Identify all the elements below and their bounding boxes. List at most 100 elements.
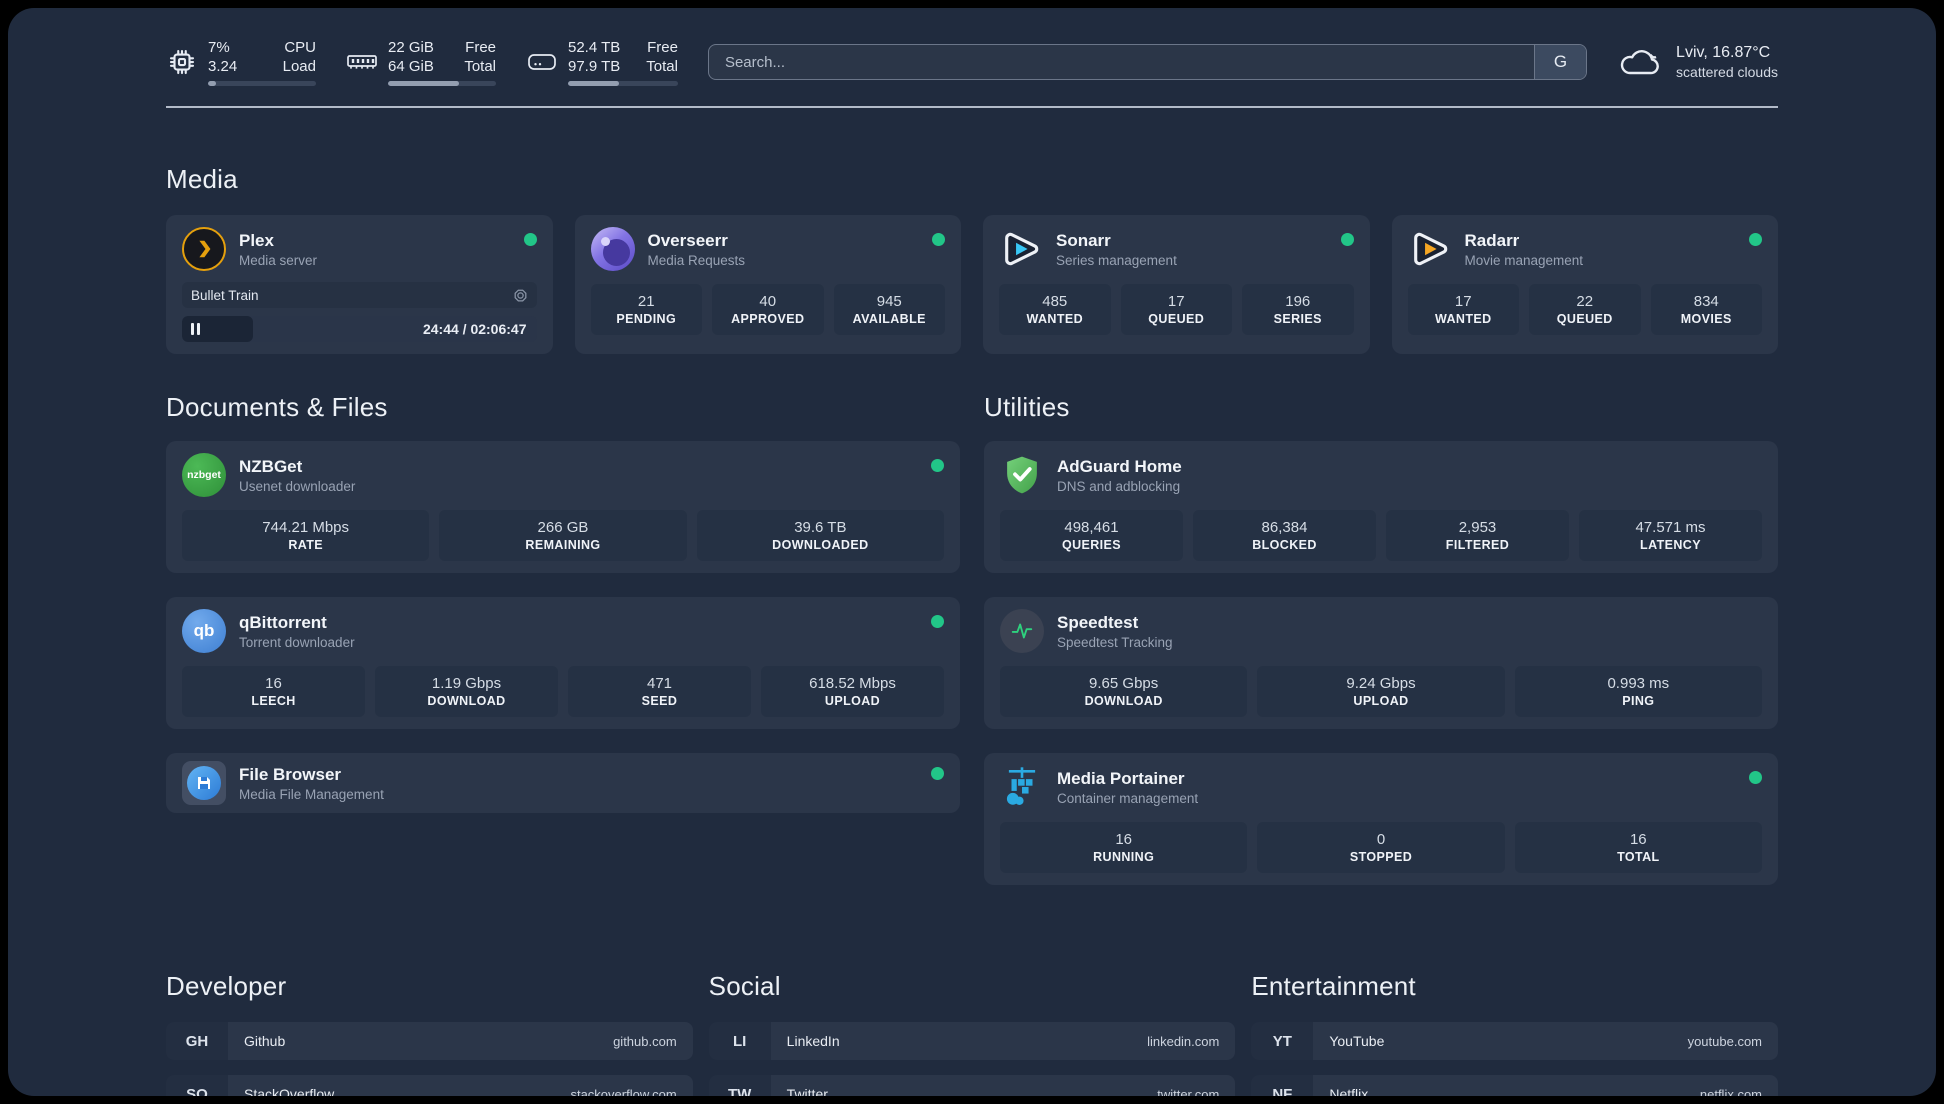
link-twitter[interactable]: TW Twitter twitter.com — [708, 1075, 1236, 1096]
entertainment-section: Entertainment YT YouTube youtube.com NF … — [1251, 971, 1779, 1096]
link-youtube[interactable]: YT YouTube youtube.com — [1251, 1022, 1779, 1060]
service-card-sonarr[interactable]: Sonarr Series management 485 WANTED 17 Q… — [983, 215, 1370, 354]
stat-download: 9.65 Gbps DOWNLOAD — [1000, 666, 1248, 717]
link-linkedin[interactable]: LI LinkedIn linkedin.com — [708, 1022, 1236, 1060]
service-title: Media Portainer — [1057, 768, 1185, 788]
cpu-usage-bar — [208, 81, 316, 86]
playback-progress-bar: 24:44 / 02:06:47 — [182, 316, 537, 342]
stat-download: 1.19 Gbps DOWNLOAD — [375, 666, 558, 717]
service-card-qbittorrent[interactable]: qb qBittorrent Torrent downloader 16 LEE… — [166, 597, 960, 729]
stat-available: 945 AVAILABLE — [833, 284, 945, 335]
storage-values: 52.4 TB 97.9 TB — [568, 39, 621, 75]
service-title: AdGuard Home — [1057, 456, 1182, 476]
service-card-nzbget[interactable]: nzbget NZBGet Usenet downloader 744.21 M… — [166, 441, 960, 573]
service-subtitle: Media Requests — [647, 252, 746, 268]
service-title: NZBGet — [239, 456, 303, 476]
qbittorrent-icon: qb — [182, 609, 226, 653]
service-card-adguard[interactable]: AdGuard Home DNS and adblocking 498,461 … — [984, 441, 1778, 573]
stat-filtered: 2,953 FILTERED — [1386, 510, 1569, 561]
service-card-overseerr[interactable]: Overseerr Media Requests 21 PENDING 40 A… — [574, 215, 961, 354]
memory-stat: 22 GiB 64 GiB Free Total — [346, 38, 496, 86]
disk-icon — [526, 46, 558, 78]
link-github[interactable]: GH Github github.com — [166, 1022, 693, 1060]
stat-queued: 17 QUEUED — [1120, 284, 1232, 335]
weather-widget: Lviv, 16.87°C scattered clouds — [1617, 44, 1778, 80]
header-divider — [166, 106, 1778, 108]
service-card-radarr[interactable]: Radarr Movie management 17 WANTED 22 QUE… — [1391, 215, 1778, 354]
stat-upload: 618.52 Mbps UPLOAD — [761, 666, 944, 717]
developer-section: Developer GH Github github.com SO StackO… — [166, 971, 693, 1096]
overseerr-icon — [590, 227, 635, 271]
portainer-icon — [1000, 765, 1044, 809]
search-engine-button[interactable]: G — [1534, 45, 1587, 79]
service-title: File Browser — [239, 764, 342, 784]
ram-icon — [346, 46, 378, 78]
stat-blocked: 86,384 BLOCKED — [1193, 510, 1376, 561]
service-title: Speedtest — [1057, 612, 1139, 632]
now-playing-title: Bullet Train — [191, 287, 259, 303]
section-title-utilities: Utilities — [984, 392, 1070, 422]
service-card-plex[interactable]: Plex Media server Bullet Train 24:44 / 0… — [166, 215, 553, 354]
weather-condition: scattered clouds — [1676, 64, 1778, 80]
stat-upload: 9.24 Gbps UPLOAD — [1257, 666, 1505, 717]
service-subtitle: Media File Management — [239, 786, 384, 802]
playback-progress-fill — [182, 316, 253, 342]
now-playing-row: Bullet Train — [182, 282, 537, 308]
dashboard-frame: 7% 3.24 CPU Load 22 GiB 64 GiB Free Tota… — [8, 8, 1936, 1096]
stat-queries: 498,461 QUERIES — [1000, 510, 1183, 561]
hardware-stats: 7% 3.24 CPU Load 22 GiB 64 GiB Free Tota… — [166, 38, 678, 86]
service-title: Overseerr — [647, 230, 728, 250]
service-subtitle: Media server — [239, 252, 318, 268]
service-card-filebrowser[interactable]: File Browser Media File Management — [166, 753, 960, 813]
search-input[interactable] — [708, 45, 1535, 79]
service-title: Radarr — [1464, 230, 1520, 250]
nzbget-icon: nzbget — [182, 453, 226, 497]
stat-seed: 471 SEED — [568, 666, 751, 717]
cpu-stat: 7% 3.24 CPU Load — [166, 38, 316, 86]
pause-icon[interactable] — [191, 323, 200, 335]
status-dot — [1340, 233, 1354, 246]
social-section: Social LI LinkedIn linkedin.com TW Twitt… — [708, 971, 1236, 1096]
stat-wanted: 17 WANTED — [1407, 284, 1519, 335]
stat-queued: 22 QUEUED — [1529, 284, 1641, 335]
service-title: Plex — [239, 230, 274, 250]
utilities-column: Utilities AdGuard Home DNS and adblockin… — [984, 392, 1778, 909]
session-target-icon[interactable] — [513, 288, 528, 303]
memory-values: 22 GiB 64 GiB — [388, 39, 434, 75]
service-card-speedtest[interactable]: Speedtest Speedtest Tracking 9.65 Gbps D… — [984, 597, 1778, 729]
status-dot — [931, 615, 944, 628]
radarr-icon — [1408, 227, 1452, 271]
cpu-icon — [166, 46, 198, 78]
link-netflix[interactable]: NF Netflix netflix.com — [1251, 1075, 1779, 1096]
section-title-media: Media — [166, 164, 238, 194]
service-subtitle: Speedtest Tracking — [1057, 634, 1173, 650]
stat-wanted: 485 WANTED — [999, 284, 1111, 335]
storage-usage-bar — [568, 81, 678, 86]
weather-location: Lviv, 16.87°C — [1676, 44, 1771, 61]
stat-latency: 47.571 ms LATENCY — [1579, 510, 1762, 561]
stat-downloaded: 39.6 TB DOWNLOADED — [696, 510, 944, 561]
stat-series: 196 SERIES — [1242, 284, 1354, 335]
stat-total: 16 TOTAL — [1514, 822, 1762, 873]
stat-ping: 0.993 ms PING — [1514, 666, 1762, 717]
stat-running: 16 RUNNING — [1000, 822, 1248, 873]
speedtest-icon — [1000, 609, 1044, 653]
service-card-portainer[interactable]: Media Portainer Container management 16 … — [984, 753, 1778, 885]
memory-usage-bar — [388, 81, 496, 86]
service-subtitle: Container management — [1057, 790, 1199, 806]
top-bar: 7% 3.24 CPU Load 22 GiB 64 GiB Free Tota… — [166, 8, 1778, 86]
stat-remaining: 266 GB REMAINING — [439, 510, 687, 561]
adguard-icon — [1000, 453, 1044, 497]
service-subtitle: Series management — [1056, 252, 1177, 268]
stat-rate: 744.21 Mbps RATE — [182, 510, 430, 561]
cloud-icon — [1617, 45, 1663, 79]
service-subtitle: DNS and adblocking — [1057, 478, 1181, 494]
link-stackoverflow[interactable]: SO StackOverflow stackoverflow.com — [166, 1075, 693, 1096]
section-title-social: Social — [708, 971, 781, 1001]
status-dot — [1749, 771, 1762, 784]
status-dot — [1749, 233, 1762, 246]
storage-stat: 52.4 TB 97.9 TB Free Total — [526, 38, 678, 86]
stat-pending: 21 PENDING — [590, 284, 702, 335]
memory-labels: Free Total — [464, 39, 496, 75]
service-subtitle: Movie management — [1464, 252, 1584, 268]
